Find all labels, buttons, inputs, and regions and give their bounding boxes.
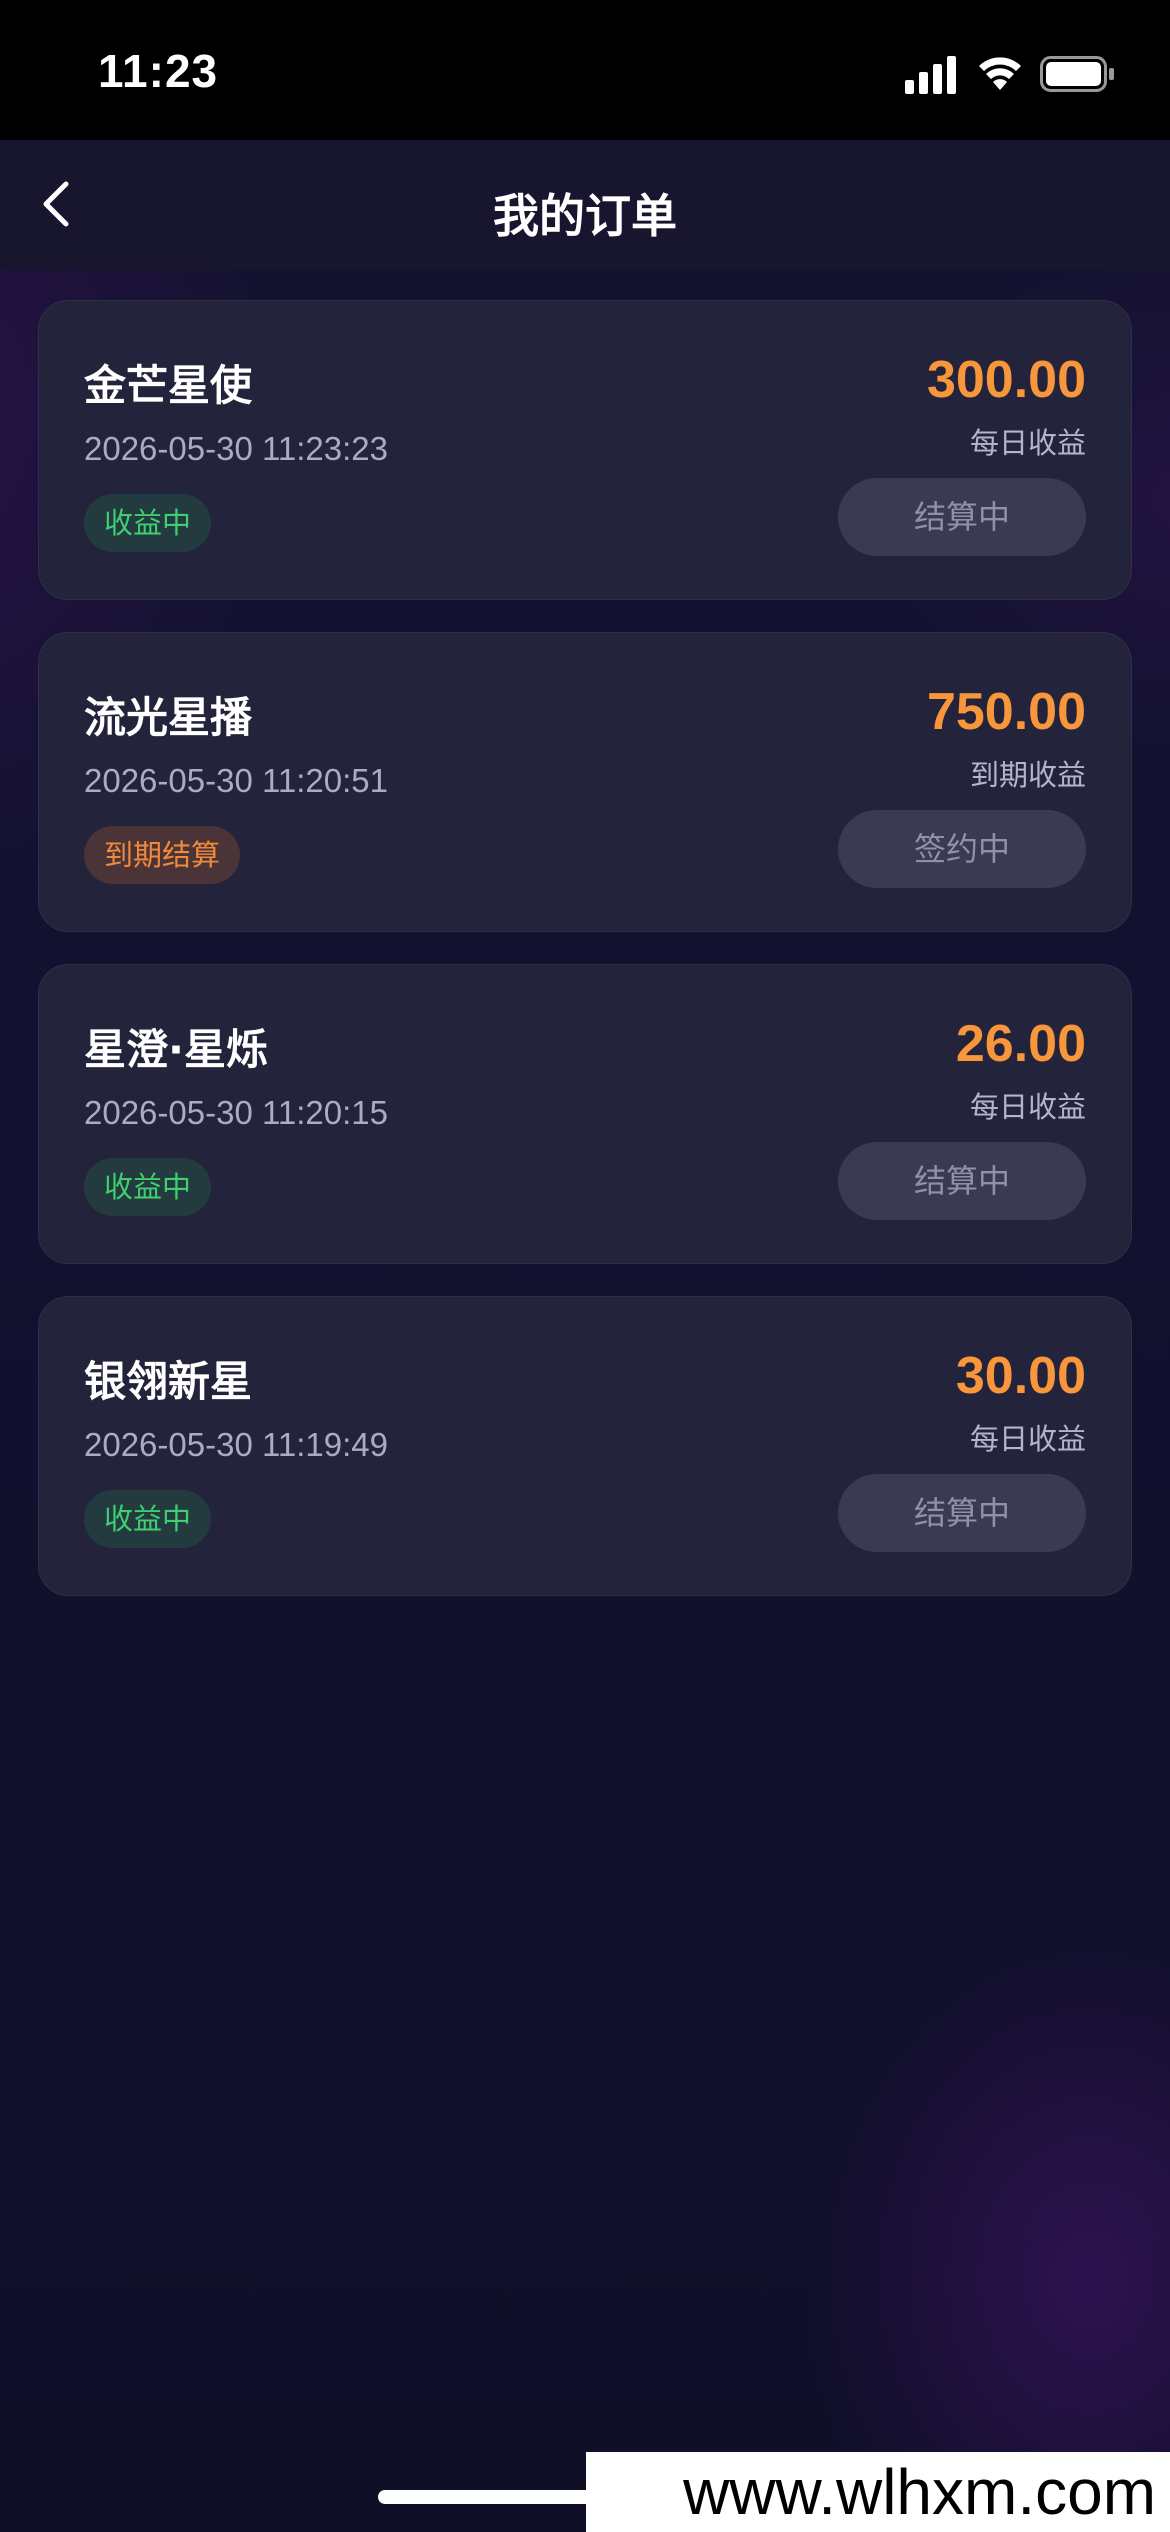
cellular-signal-icon bbox=[905, 56, 956, 94]
settling-button[interactable]: 结算中 bbox=[838, 1474, 1086, 1552]
status-badge: 收益中 bbox=[84, 1158, 212, 1216]
status-time: 11:23 bbox=[98, 45, 219, 97]
settling-button[interactable]: 结算中 bbox=[838, 478, 1086, 556]
amount-caption: 到期收益 bbox=[969, 758, 1086, 792]
order-card[interactable]: 星澄·星烁 2026-05-30 11:20:15 收益中 26.00 每日收益… bbox=[38, 964, 1132, 1264]
amount-caption: 每日收益 bbox=[969, 426, 1086, 460]
order-time: 2026-05-30 11:23:23 bbox=[84, 430, 388, 467]
settling-button[interactable]: 结算中 bbox=[838, 1142, 1086, 1220]
order-card[interactable]: 金芒星使 2026-05-30 11:23:23 收益中 300.00 每日收益… bbox=[38, 300, 1132, 600]
order-amount: 300.00 bbox=[926, 351, 1086, 409]
order-name: 流光星播 bbox=[84, 693, 253, 742]
order-amount: 26.00 bbox=[955, 1015, 1086, 1073]
wifi-icon bbox=[979, 57, 1021, 90]
order-time: 2026-05-30 11:20:51 bbox=[84, 762, 388, 799]
order-name: 金芒星使 bbox=[84, 361, 253, 410]
order-name: 银翎新星 bbox=[84, 1357, 253, 1406]
status-badge: 收益中 bbox=[84, 1490, 212, 1548]
status-badge: 到期结算 bbox=[84, 826, 241, 884]
order-time: 2026-05-30 11:19:49 bbox=[84, 1426, 388, 1463]
order-list: 金芒星使 2026-05-30 11:23:23 收益中 300.00 每日收益… bbox=[38, 300, 1132, 1628]
screen: 11:23 我的订单 金芒星使 2026-05-30 11:23:23 收益中 bbox=[0, 0, 1170, 2532]
amount-caption: 每日收益 bbox=[969, 1422, 1086, 1456]
page-title: 我的订单 bbox=[493, 189, 677, 243]
order-card[interactable]: 流光星播 2026-05-30 11:20:51 到期结算 750.00 到期收… bbox=[38, 632, 1132, 932]
nav-bar: 我的订单 bbox=[0, 140, 1170, 270]
watermark: www.wlhxm.com bbox=[586, 2452, 1170, 2532]
order-name: 星澄·星烁 bbox=[84, 1025, 268, 1074]
amount-caption: 每日收益 bbox=[969, 1090, 1086, 1124]
order-amount: 750.00 bbox=[926, 683, 1086, 741]
status-badge: 收益中 bbox=[84, 494, 212, 552]
signing-button[interactable]: 签约中 bbox=[838, 810, 1086, 888]
order-time: 2026-05-30 11:20:15 bbox=[84, 1094, 388, 1131]
order-card[interactable]: 银翎新星 2026-05-30 11:19:49 收益中 30.00 每日收益 … bbox=[38, 1296, 1132, 1596]
battery-icon bbox=[1040, 56, 1114, 92]
status-bar: 11:23 bbox=[0, 0, 1170, 140]
order-amount: 30.00 bbox=[955, 1347, 1086, 1405]
